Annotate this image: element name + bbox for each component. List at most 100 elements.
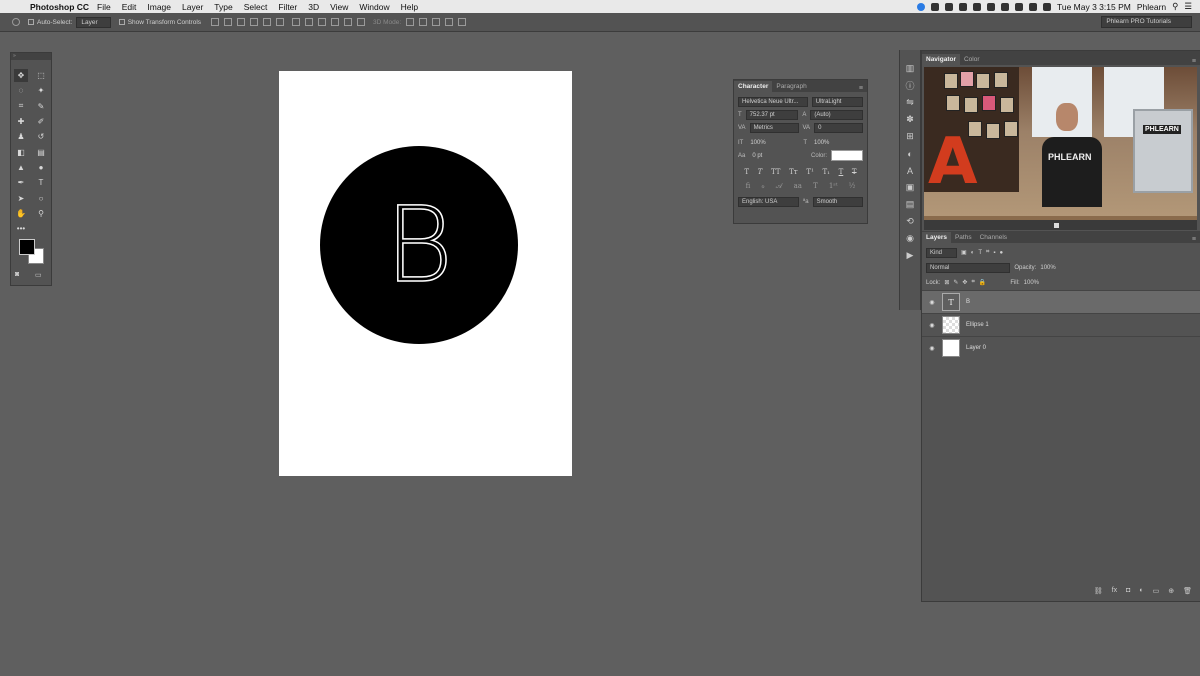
alternates-icon[interactable]: aa bbox=[794, 182, 802, 190]
menu-type[interactable]: Type bbox=[214, 2, 232, 12]
hand-tool-icon[interactable]: ✋ bbox=[11, 206, 31, 221]
type-tool-icon[interactable]: T bbox=[31, 175, 51, 190]
navigator-zoom-slider[interactable] bbox=[924, 220, 1197, 230]
new-layer-icon[interactable]: ⊕ bbox=[1168, 587, 1174, 595]
auto-select-dropdown[interactable]: Layer bbox=[76, 16, 111, 28]
move-tool-icon[interactable] bbox=[12, 18, 20, 26]
vertical-scale-field[interactable]: 100% bbox=[747, 139, 799, 147]
text-layer-b[interactable]: B bbox=[384, 192, 454, 298]
3d-drag-icon[interactable] bbox=[432, 18, 441, 26]
clock[interactable]: Tue May 3 3:15 PM bbox=[1057, 2, 1131, 12]
menu-3d[interactable]: 3D bbox=[308, 2, 319, 12]
healing-brush-icon[interactable]: ✚ bbox=[11, 114, 31, 129]
tracking-field[interactable]: 0 bbox=[814, 122, 863, 133]
navigator-preview[interactable]: A PHLEARN PHLEARN bbox=[924, 67, 1197, 230]
swash-icon[interactable]: 𝒜 bbox=[776, 182, 783, 191]
filter-adjustment-icon[interactable]: ◐ bbox=[971, 250, 975, 256]
layer-filter-dropdown[interactable]: Kind bbox=[926, 247, 958, 258]
3d-rotate-icon[interactable] bbox=[406, 18, 415, 26]
user-name[interactable]: Phlearn bbox=[1137, 2, 1166, 12]
horizontal-scale-field[interactable]: 100% bbox=[811, 139, 863, 147]
status-icon[interactable] bbox=[972, 2, 981, 11]
swatches-icon[interactable]: ◉ bbox=[900, 230, 920, 247]
quick-mask-icon[interactable]: ◙ bbox=[15, 271, 19, 278]
titling-icon[interactable]: T bbox=[813, 182, 818, 190]
font-style-dropdown[interactable]: UltraLight bbox=[811, 96, 863, 107]
fractions-icon[interactable]: ½ bbox=[849, 182, 856, 190]
delete-layer-icon[interactable]: 🗑 bbox=[1183, 587, 1192, 595]
panel-menu-icon[interactable]: ≡ bbox=[1192, 58, 1196, 65]
color-swatches[interactable] bbox=[19, 239, 44, 264]
adjustment-layer-icon[interactable]: ◐ bbox=[1139, 587, 1143, 595]
eyedropper-icon[interactable]: ✎ bbox=[31, 99, 51, 114]
history-brush-icon[interactable]: ↺ bbox=[31, 129, 51, 144]
filter-shape-icon[interactable]: ⌗ bbox=[986, 249, 989, 256]
baseline-shift-field[interactable]: 0 pt bbox=[749, 152, 807, 160]
layer-name[interactable]: Ellipse 1 bbox=[966, 322, 989, 328]
transform-controls-checkbox[interactable] bbox=[118, 19, 125, 25]
glyphs-icon[interactable]: A bbox=[900, 162, 920, 179]
pen-tool-icon[interactable]: ✒ bbox=[11, 175, 31, 190]
link-layers-icon[interactable]: ⛓ bbox=[1094, 587, 1103, 595]
ellipse-tool-icon[interactable]: ○ bbox=[31, 190, 51, 205]
align-left-icon[interactable] bbox=[250, 18, 259, 26]
fill-field[interactable]: 100% bbox=[1024, 280, 1039, 286]
distribute-icon[interactable] bbox=[305, 18, 314, 26]
lock-transparent-icon[interactable]: ⊠ bbox=[944, 279, 949, 286]
leading-field[interactable]: (Auto) bbox=[810, 109, 863, 120]
libraries-icon[interactable]: ▣ bbox=[900, 179, 920, 196]
adjustments-icon[interactable]: ⊞ bbox=[900, 128, 920, 145]
layer-effects-icon[interactable]: fx bbox=[1112, 587, 1117, 595]
zoom-tool-icon[interactable]: ⚲ bbox=[31, 206, 51, 221]
status-icon[interactable] bbox=[1000, 2, 1009, 11]
ligatures-icon[interactable]: fi bbox=[746, 182, 751, 190]
ellipse-shape[interactable]: B bbox=[320, 146, 518, 344]
visibility-eye-icon[interactable]: ◉ bbox=[928, 345, 936, 352]
all-caps-icon[interactable]: TT bbox=[771, 168, 780, 176]
marquee-tool-icon[interactable]: ⬚ bbox=[31, 68, 51, 83]
tab-paths[interactable]: Paths bbox=[951, 232, 976, 243]
tool-presets-icon[interactable]: ⇋ bbox=[900, 94, 920, 111]
layer-row[interactable]: ◉ Layer 0 bbox=[922, 336, 1200, 359]
distribute-icon[interactable] bbox=[318, 18, 327, 26]
layer-mask-icon[interactable]: ◘ bbox=[1126, 587, 1130, 595]
lock-position-icon[interactable]: ✥ bbox=[962, 279, 967, 286]
screen-mode-icon[interactable]: ▭ bbox=[35, 271, 42, 279]
visibility-eye-icon[interactable]: ◉ bbox=[928, 322, 936, 329]
spotlight-icon[interactable]: ⚲ bbox=[1172, 1, 1178, 12]
language-dropdown[interactable]: English: USA bbox=[738, 196, 800, 207]
align-middle-icon[interactable] bbox=[224, 18, 233, 26]
lock-all-icon[interactable]: 🔒 bbox=[979, 279, 986, 286]
superscript-icon[interactable]: T¹ bbox=[806, 168, 813, 176]
tab-layers[interactable]: Layers bbox=[922, 232, 951, 243]
tab-character[interactable]: Character bbox=[734, 81, 773, 92]
kerning-field[interactable]: Metrics bbox=[749, 122, 799, 133]
layer-name[interactable]: Layer 0 bbox=[966, 345, 986, 351]
panel-collapse-icon[interactable]: » bbox=[11, 53, 51, 60]
menu-edit[interactable]: Edit bbox=[122, 2, 137, 12]
align-bottom-icon[interactable] bbox=[237, 18, 246, 26]
distribute-icon[interactable] bbox=[292, 18, 301, 26]
filter-pixel-icon[interactable]: ▣ bbox=[961, 249, 967, 256]
distribute-icon[interactable] bbox=[331, 18, 340, 26]
menu-filter[interactable]: Filter bbox=[278, 2, 297, 12]
menu-image[interactable]: Image bbox=[147, 2, 171, 12]
blend-mode-dropdown[interactable]: Normal bbox=[926, 262, 1011, 273]
font-family-dropdown[interactable]: Helvetica Neue Ultr... bbox=[738, 96, 808, 107]
status-icon[interactable] bbox=[986, 2, 995, 11]
align-center-icon[interactable] bbox=[263, 18, 272, 26]
eraser-tool-icon[interactable]: ◧ bbox=[11, 144, 31, 159]
menu-layer[interactable]: Layer bbox=[182, 2, 203, 12]
old-style-icon[interactable]: ℴ bbox=[761, 182, 764, 190]
strikethrough-icon[interactable]: T bbox=[852, 168, 857, 176]
brush-tool-icon[interactable]: ✐ bbox=[31, 114, 51, 129]
3d-roll-icon[interactable] bbox=[419, 18, 428, 26]
gradient-tool-icon[interactable]: ▤ bbox=[31, 144, 51, 159]
wifi-icon[interactable] bbox=[1014, 2, 1023, 11]
panel-menu-icon[interactable]: ≡ bbox=[1192, 236, 1196, 243]
text-color-swatch[interactable] bbox=[831, 150, 863, 161]
tab-navigator[interactable]: Navigator bbox=[922, 54, 960, 65]
visibility-eye-icon[interactable]: ◉ bbox=[928, 299, 936, 306]
blur-tool-icon[interactable]: ▲ bbox=[11, 160, 31, 175]
tab-channels[interactable]: Channels bbox=[976, 232, 1011, 243]
